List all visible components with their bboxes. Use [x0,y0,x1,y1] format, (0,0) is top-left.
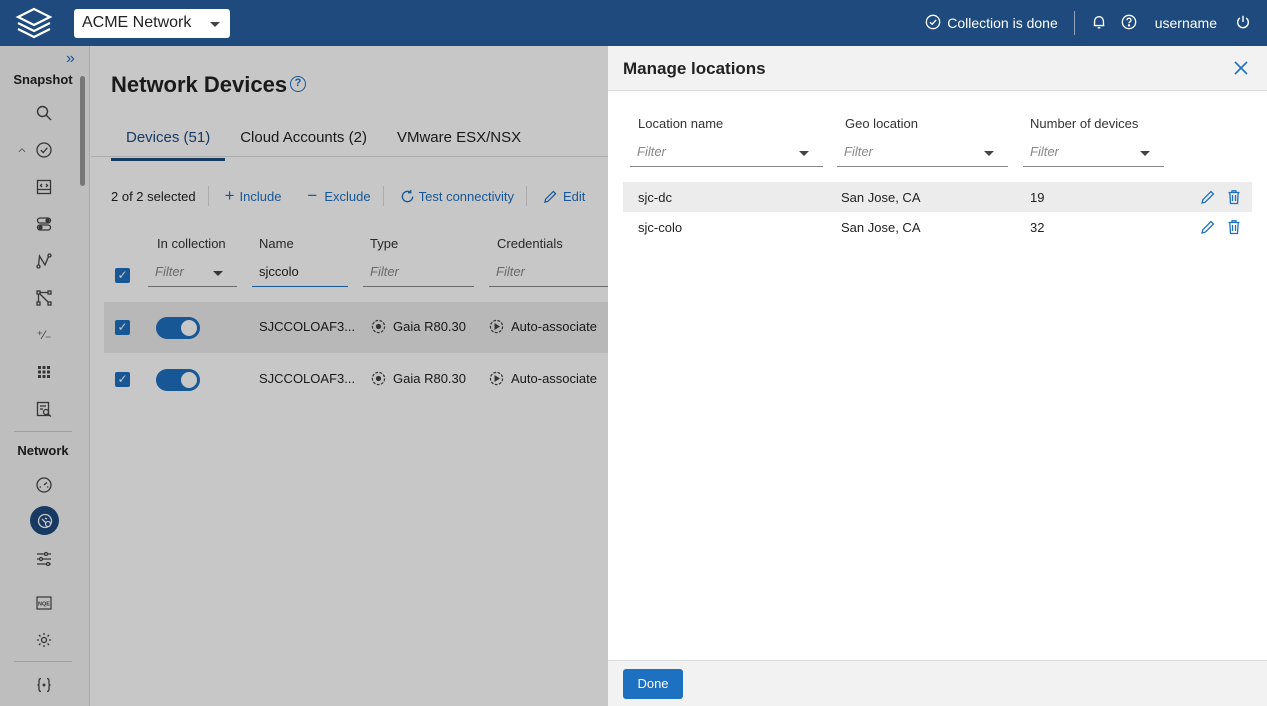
chevron-down-icon [984,151,994,156]
network-select-value: ACME Network [82,14,192,31]
location-row[interactable]: sjc-colo San Jose, CA 32 [623,212,1252,242]
network-select[interactable]: ACME Network [74,9,230,38]
column-header-location-name[interactable]: Location name [638,116,723,131]
bell-icon[interactable] [1091,14,1109,32]
close-icon[interactable] [1233,60,1249,76]
filter-placeholder: Filter [637,144,666,159]
collection-status: Collection is done [947,15,1058,31]
trash-icon[interactable] [1226,189,1242,205]
geo-location: San Jose, CA [841,220,921,235]
pencil-icon[interactable] [1200,219,1216,235]
number-of-devices: 19 [1030,190,1045,205]
help-icon[interactable] [1121,14,1139,32]
panel-footer: Done [608,660,1267,706]
modal-backdrop[interactable] [0,46,608,706]
top-bar: ACME Network Collection is done username [0,0,1267,46]
trash-icon[interactable] [1226,219,1242,235]
geo-location: San Jose, CA [841,190,921,205]
panel-title: Manage locations [623,59,766,78]
username[interactable]: username [1155,15,1217,31]
manage-locations-panel: Manage locations Location name Geo locat… [608,46,1267,706]
chevron-down-icon [210,22,220,27]
pencil-icon[interactable] [1200,189,1216,205]
chevron-down-icon [1140,151,1150,156]
number-of-devices: 32 [1030,220,1045,235]
logo-icon[interactable] [14,7,54,39]
filter-placeholder: Filter [1030,144,1059,159]
column-header-geo-location[interactable]: Geo location [845,116,918,131]
location-name: sjc-dc [638,190,672,205]
location-name-filter[interactable]: Filter [630,141,823,167]
panel-header: Manage locations [608,46,1267,91]
divider [1073,11,1075,35]
number-of-devices-filter[interactable]: Filter [1023,141,1164,167]
done-button[interactable]: Done [623,669,683,699]
location-row[interactable]: sjc-dc San Jose, CA 19 [623,182,1252,212]
check-circle-icon [925,14,943,32]
location-name: sjc-colo [638,220,683,235]
filter-placeholder: Filter [844,144,873,159]
chevron-down-icon [799,151,809,156]
power-icon[interactable] [1235,14,1253,32]
geo-location-filter[interactable]: Filter [837,141,1008,167]
column-header-number-of-devices[interactable]: Number of devices [1030,116,1138,131]
